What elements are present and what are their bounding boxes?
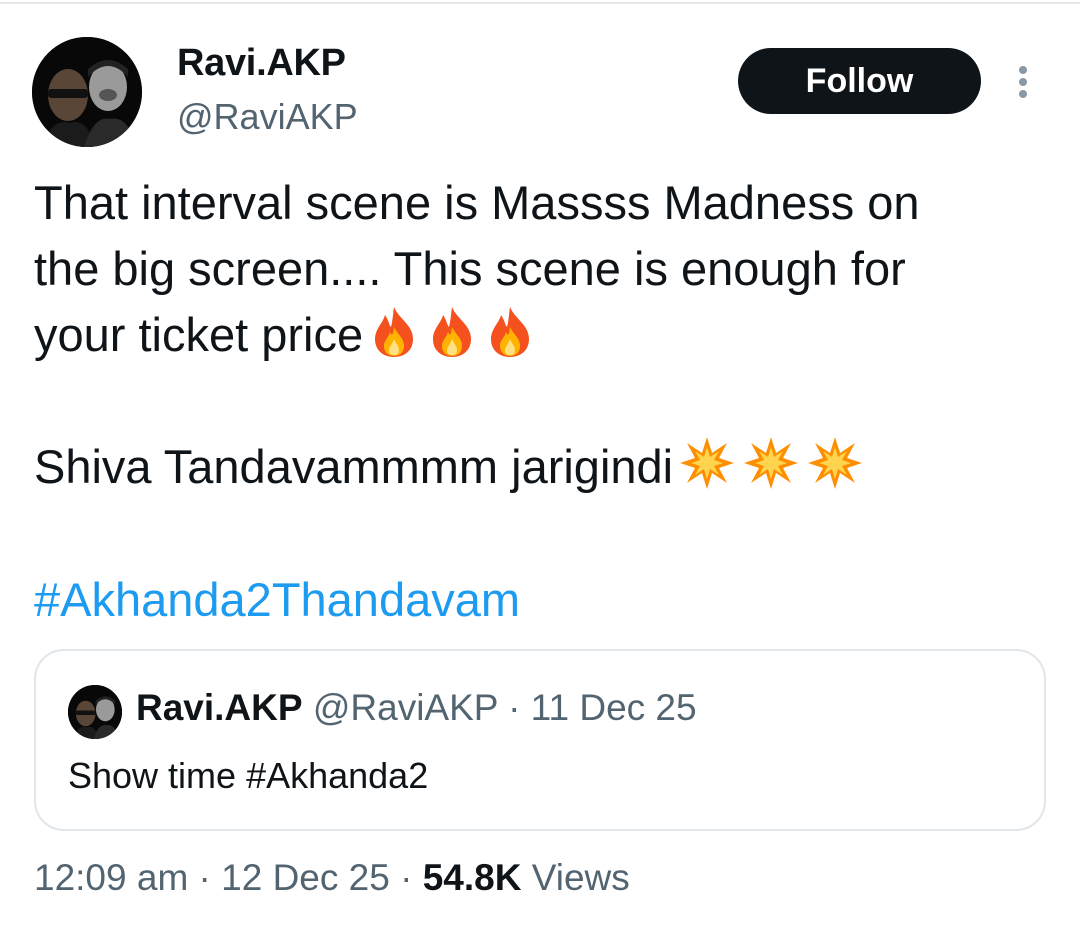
collision-emoji-icon: [744, 437, 799, 489]
tweet-line-3-wrap: your ticket price: [34, 302, 1054, 368]
hashtag-link[interactable]: #Akhanda2Thandavam: [34, 567, 520, 633]
author-handle[interactable]: @RaviAKP: [177, 96, 358, 138]
tweet-meta: 12:09 am · 12 Dec 25 · 54.8K Views: [34, 857, 630, 899]
quoted-tweet-meta: @RaviAKP · 11 Dec 25: [302, 687, 697, 728]
tweet-line-4: Shiva Tandavammmm jarigindi: [34, 440, 674, 493]
fire-emoji-group: [369, 305, 535, 359]
tweet-line-4-wrap: Shiva Tandavammmm jarigindi: [34, 434, 863, 500]
quoted-tweet-header: Ravi.AKP @RaviAKP · 11 Dec 25: [136, 687, 697, 729]
views-count: 54.8K: [422, 857, 522, 898]
collision-emoji-icon: [808, 437, 863, 489]
quoted-author-avatar: [68, 685, 122, 739]
tweet-line-1: That interval scene is Massss Madness on: [34, 176, 920, 229]
quoted-tweet-card[interactable]: Ravi.AKP @RaviAKP · 11 Dec 25 Show time …: [34, 649, 1046, 831]
collision-emoji-group: [679, 435, 863, 491]
fire-emoji-icon: [375, 307, 414, 357]
tweet-line-3: your ticket price: [34, 308, 364, 361]
tweet-timestamp[interactable]: 12:09 am · 12 Dec 25 ·: [34, 857, 423, 898]
fire-emoji-icon: [433, 307, 472, 357]
author-avatar[interactable]: [32, 37, 142, 147]
author-display-name[interactable]: Ravi.AKP: [177, 42, 346, 85]
top-divider: [0, 2, 1080, 4]
tweet-text: That interval scene is Massss Madness on…: [34, 170, 1054, 368]
tweet-detail-view: Ravi.AKP @RaviAKP Follow That interval s…: [0, 0, 1080, 936]
more-vertical-icon[interactable]: [1008, 62, 1038, 102]
tweet-line-2: the big screen.... This scene is enough …: [34, 242, 906, 295]
quoted-tweet-text: Show time #Akhanda2: [68, 755, 429, 796]
views-label: Views: [521, 857, 630, 898]
follow-button[interactable]: Follow: [738, 48, 981, 114]
fire-emoji-icon: [491, 307, 530, 357]
quoted-author-name: Ravi.AKP: [136, 687, 303, 728]
collision-emoji-icon: [680, 437, 735, 489]
